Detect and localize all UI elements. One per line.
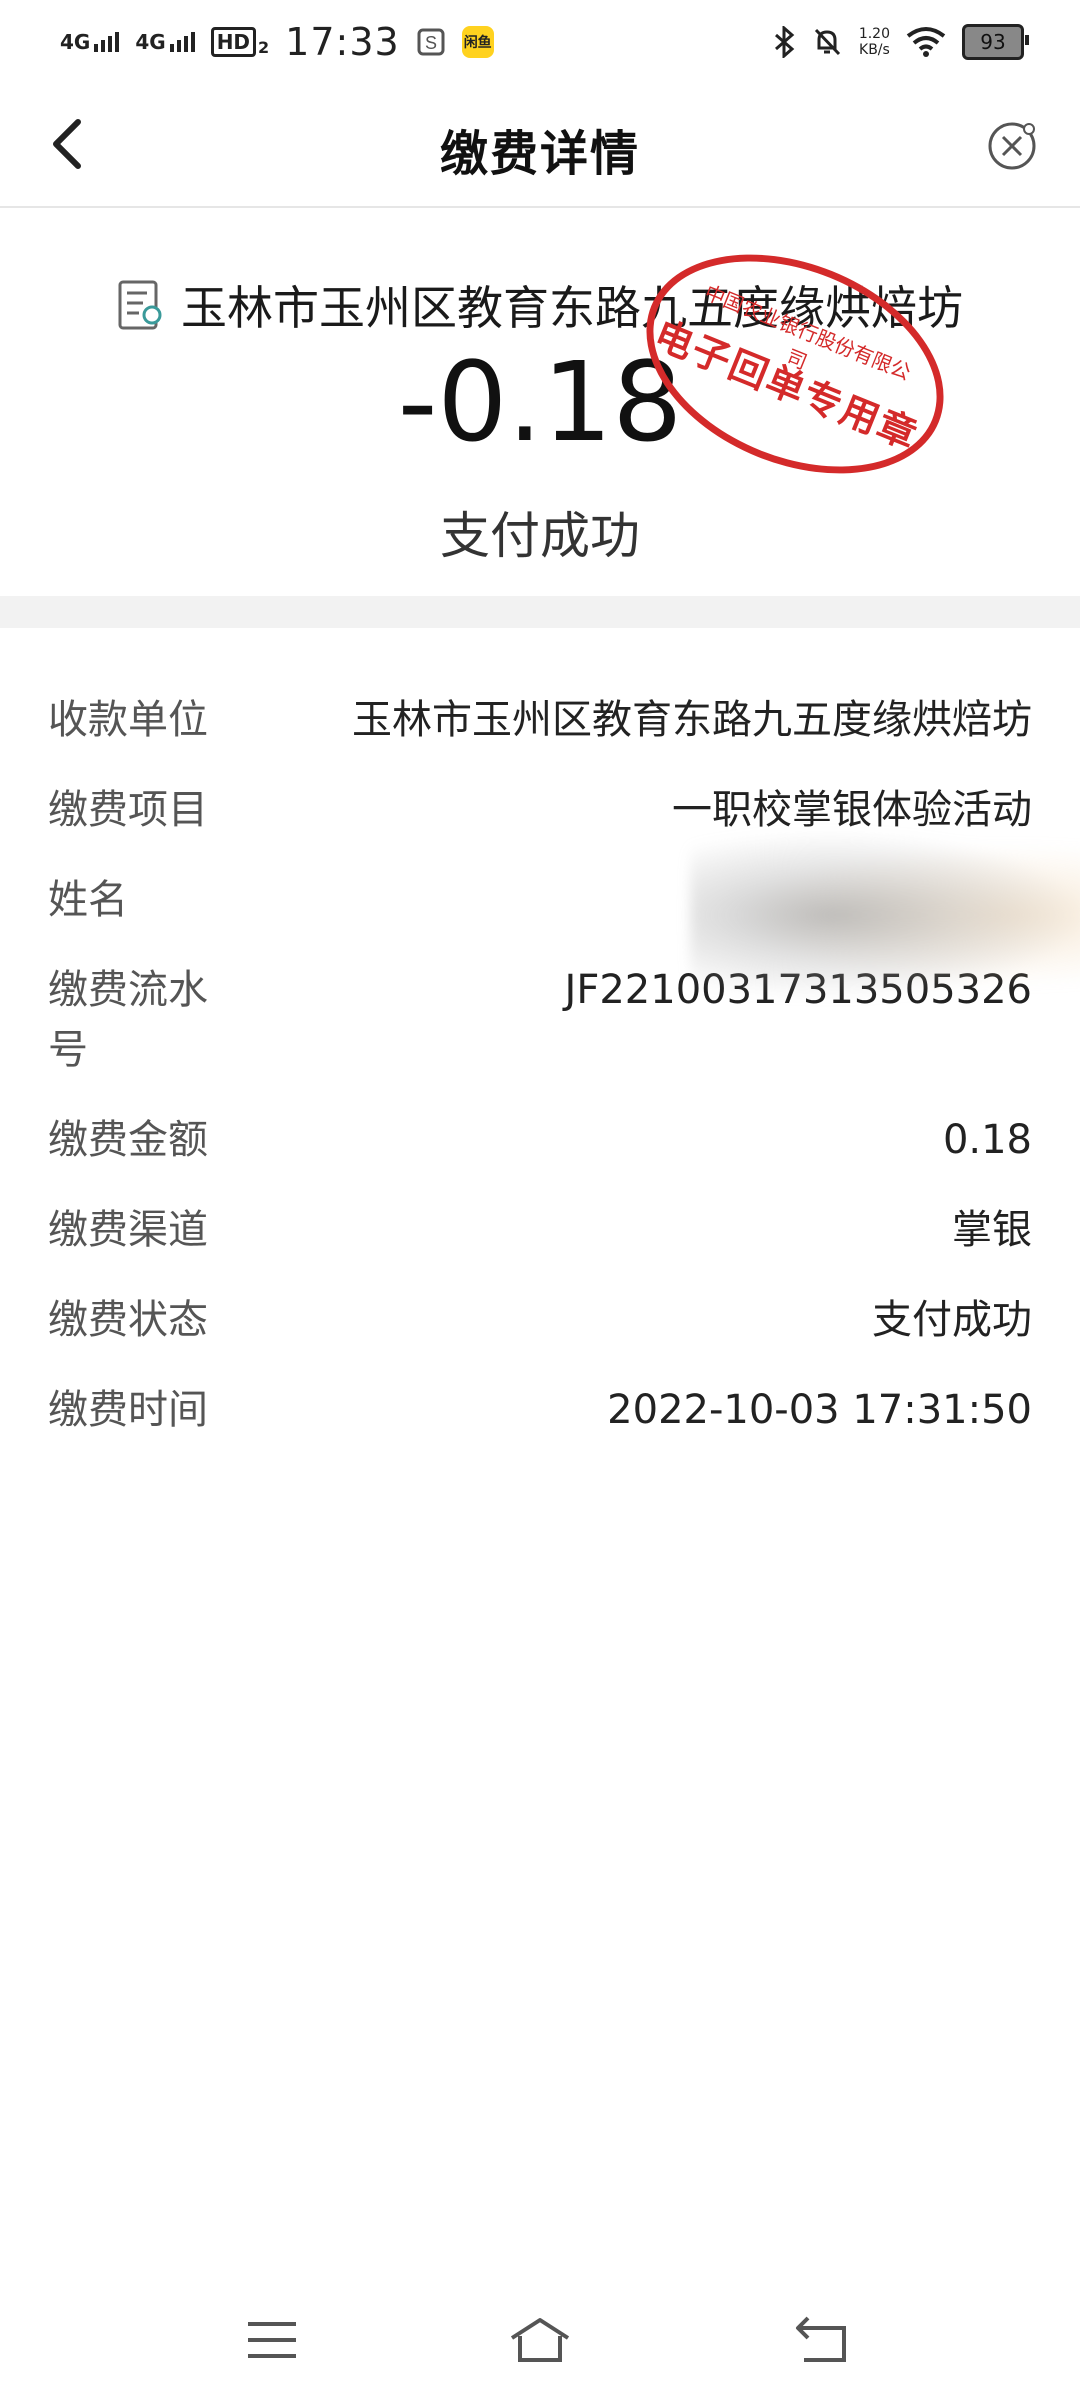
detail-value: 0.18 (942, 1117, 1032, 1163)
payment-summary: 玉林市玉州区教育东路九五度缘烘焙坊 -0.18 支付成功 中国农业银行股份有限公… (0, 208, 1080, 596)
detail-label: 缴费渠道 (48, 1207, 208, 1253)
app-notify-icon: 闲鱼 (461, 26, 494, 58)
bluetooth-icon (774, 26, 795, 58)
payment-status: 支付成功 (440, 507, 640, 565)
return-button[interactable] (792, 2312, 856, 2368)
nav-bar: 缴费详情 (0, 84, 1080, 208)
bank-seal-stamp: 中国农业银行股份有限公司 电子回单专用章 (613, 213, 977, 515)
wifi-icon (906, 27, 946, 57)
net-speed-value: 1.20 (858, 26, 890, 42)
detail-value: 2022-10-03 17:31:50 (607, 1387, 1032, 1433)
signal-bars-icon (94, 32, 120, 52)
status-right: 1.20 KB/s 93 (773, 24, 1029, 60)
hd-badge: HD (210, 27, 257, 57)
battery-icon: 93 (962, 24, 1029, 60)
svg-text:S: S (425, 33, 437, 53)
net-speed-unit: KB/s (859, 42, 890, 58)
signal-1: 4G (60, 30, 120, 54)
close-button[interactable] (984, 118, 1040, 174)
status-left: 4G 4G HD 2 17:33 S 闲鱼 (60, 20, 494, 64)
page-title: 缴费详情 (439, 126, 640, 182)
hd-indicator: HD 2 (210, 27, 270, 57)
signal-bars-icon (169, 32, 195, 52)
redaction-smudge (690, 830, 1080, 1000)
detail-label: 缴费金额 (48, 1117, 208, 1163)
screenshot-notify-icon: S (417, 28, 445, 56)
network-type-1: 4G (60, 30, 91, 54)
home-button[interactable] (508, 2312, 572, 2368)
detail-value: 玉林市玉州区教育东路九五度缘烘焙坊 (352, 697, 1032, 743)
hd-sub: 2 (258, 38, 270, 57)
status-bar: 4G 4G HD 2 17:33 S 闲鱼 1.20 KB/s 93 (0, 0, 1080, 84)
detail-value: 掌银 (952, 1207, 1032, 1253)
mute-bell-icon (814, 28, 840, 56)
detail-label: 缴费状态 (48, 1297, 208, 1343)
system-nav-bar (0, 2290, 1080, 2390)
section-divider (0, 596, 1080, 628)
battery-level: 93 (980, 30, 1006, 54)
detail-label: 缴费时间 (48, 1387, 208, 1433)
network-type-2: 4G (135, 30, 166, 54)
menu-button[interactable] (240, 2312, 304, 2368)
bill-icon (118, 280, 162, 330)
detail-label: 缴费流水号 (48, 967, 208, 1073)
detail-label: 姓名 (48, 877, 128, 923)
signal-2: 4G (135, 30, 195, 54)
detail-label: 缴费项目 (48, 787, 208, 833)
net-speed: 1.20 KB/s (859, 26, 890, 58)
detail-label: 收款单位 (48, 697, 208, 743)
status-time: 17:33 (285, 20, 400, 64)
detail-value: 支付成功 (872, 1297, 1032, 1343)
